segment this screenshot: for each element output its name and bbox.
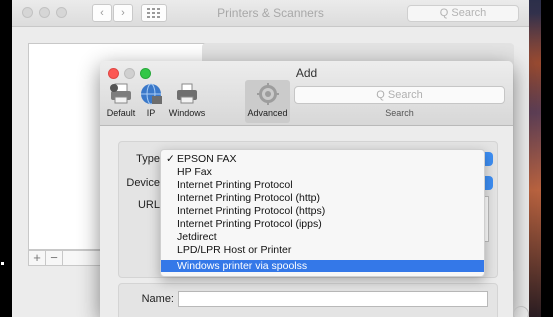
toolbar-default[interactable]: Default [104, 82, 138, 122]
window-titlebar: ‹ › Printers & Scanners Q Search [12, 0, 529, 27]
menu-item-ipp-ipps[interactable]: Internet Printing Protocol (ipps) [161, 218, 484, 230]
dialog-title: Add [295, 66, 318, 80]
name-field[interactable] [178, 291, 488, 307]
help-button-edge[interactable] [513, 306, 529, 317]
checkmark-icon: ✓ [166, 153, 175, 165]
menu-item-label: EPSON FAX [177, 153, 237, 165]
menu-item-label: Internet Printing Protocol (https) [177, 205, 326, 217]
windows-printer-icon [177, 83, 197, 104]
printer-icon [110, 83, 131, 104]
menu-item-label: Internet Printing Protocol [177, 179, 293, 191]
dialog-search-label: Search [385, 108, 414, 118]
screen-border-right [541, 0, 553, 317]
menu-item-label: HP Fax [177, 166, 212, 178]
menu-item-ipp-http[interactable]: Internet Printing Protocol (http) [161, 192, 484, 204]
toolbar-advanced-label: Advanced [247, 108, 288, 118]
type-popup-arrow[interactable] [484, 152, 493, 166]
dialog-search-input[interactable]: Q Search [294, 86, 505, 104]
toolbar-ip-label: IP [146, 108, 156, 118]
menu-item-label: LPD/LPR Host or Printer [177, 244, 292, 256]
menu-item-jetdirect[interactable]: Jetdirect [161, 231, 484, 243]
search-input[interactable]: Q Search [407, 5, 519, 22]
gear-icon [256, 83, 279, 105]
menu-item-epson-fax[interactable]: ✓ EPSON FAX [161, 153, 484, 165]
remove-printer-button[interactable]: − [46, 251, 63, 265]
toolbar-windows-label: Windows [168, 108, 206, 118]
name-label: Name: [141, 293, 174, 305]
menu-item-ipp-https[interactable]: Internet Printing Protocol (https) [161, 205, 484, 217]
menu-item-label: Internet Printing Protocol (http) [177, 192, 320, 204]
device-label: Device [126, 177, 160, 189]
toolbar-advanced[interactable]: Advanced [245, 80, 290, 123]
menu-item-hp-fax[interactable]: HP Fax [161, 166, 484, 178]
toolbar-windows[interactable]: Windows [166, 82, 208, 122]
type-label: Type [136, 153, 160, 165]
menu-item-label: Jetdirect [177, 231, 217, 243]
device-popup-arrow[interactable] [484, 176, 493, 190]
menu-item-windows-spoolss[interactable]: Windows printer via spoolss [161, 260, 484, 272]
toolbar-ip[interactable]: IP [138, 82, 164, 122]
screen: ‹ › Printers & Scanners Q Search + − Add… [0, 0, 553, 317]
url-label: URL [137, 199, 160, 211]
screen-border-left [0, 0, 12, 317]
toolbar-default-label: Default [106, 108, 136, 118]
menu-item-lpd-lpr[interactable]: LPD/LPR Host or Printer [161, 244, 484, 256]
add-printer-button[interactable]: + [29, 251, 46, 265]
dialog-toolbar: Add Default IP Windows Advanced Q Search… [100, 61, 513, 126]
menu-item-label: Internet Printing Protocol (ipps) [177, 218, 322, 230]
type-popup-menu: ✓ EPSON FAX HP Fax Internet Printing Pro… [160, 149, 485, 277]
cursor-dot [1, 262, 4, 265]
globe-icon [141, 83, 162, 105]
menu-item-label: Windows printer via spoolss [177, 260, 308, 272]
menu-item-ipp[interactable]: Internet Printing Protocol [161, 179, 484, 191]
